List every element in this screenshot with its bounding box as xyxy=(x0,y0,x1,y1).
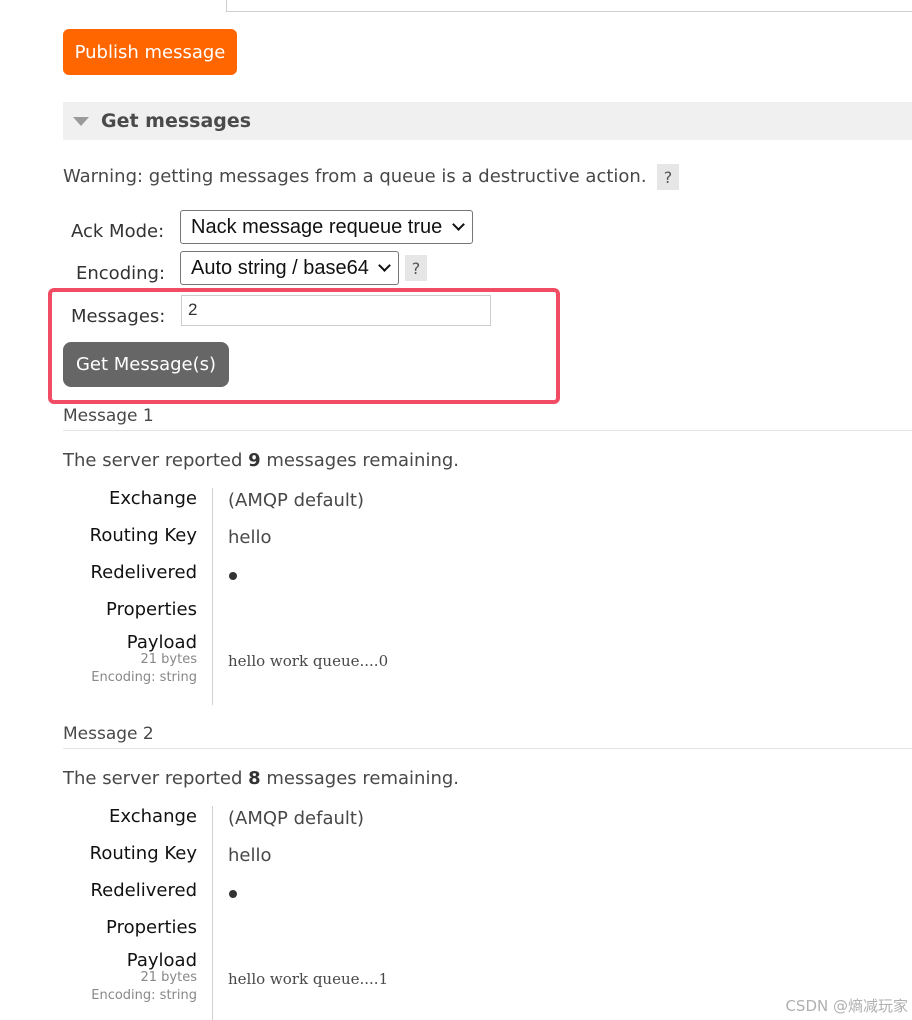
encoding-help-icon[interactable]: ? xyxy=(405,255,427,281)
redelivered-label: Redelivered xyxy=(90,562,197,583)
message-1-title: Message 1 xyxy=(63,406,154,426)
payload-encoding: Encoding: string xyxy=(91,988,197,1003)
divider xyxy=(63,430,912,431)
ack-mode-select[interactable]: Nack message requeue true xyxy=(180,210,473,244)
redelivered-bullet-icon xyxy=(229,572,237,580)
routing-key-label: Routing Key xyxy=(89,843,197,864)
section-title[interactable]: Get messages xyxy=(101,110,251,132)
csdn-watermark: CSDN @熵减玩家 xyxy=(785,997,908,1015)
publish-message-button[interactable]: Publish message xyxy=(63,29,237,75)
payload-label: Payload xyxy=(126,950,197,971)
ack-mode-label: Ack Mode: xyxy=(71,221,165,242)
destructive-warning: Warning: getting messages from a queue i… xyxy=(63,166,647,187)
chevron-down-icon xyxy=(452,218,465,231)
message-1-remaining: The server reported 9 messages remaining… xyxy=(63,450,459,471)
payload-size: 21 bytes xyxy=(140,970,198,985)
message-1-payload: hello work queue....0 xyxy=(228,652,389,670)
redelivered-label: Redelivered xyxy=(90,880,197,901)
remaining-suffix: messages remaining. xyxy=(266,768,459,789)
remaining-prefix: The server reported xyxy=(63,768,243,789)
encoding-value: Auto string / base64 xyxy=(191,256,369,279)
payload-label: Payload xyxy=(126,632,197,653)
encoding-label: Encoding: xyxy=(76,263,166,284)
encoding-select[interactable]: Auto string / base64 xyxy=(180,251,399,285)
remaining-prefix: The server reported xyxy=(63,450,243,471)
remaining-suffix: messages remaining. xyxy=(266,450,459,471)
warning-help-icon[interactable]: ? xyxy=(657,164,679,190)
message-2-payload: hello work queue....1 xyxy=(228,970,389,988)
message-2-remaining: The server reported 8 messages remaining… xyxy=(63,768,459,789)
divider xyxy=(63,748,912,749)
collapse-triangle-icon[interactable] xyxy=(73,117,89,126)
details-divider xyxy=(212,488,213,705)
message-1-routing-key: hello xyxy=(228,527,272,548)
previous-payload-textarea[interactable] xyxy=(226,0,912,12)
payload-size: 21 bytes xyxy=(140,652,198,667)
remaining-count: 9 xyxy=(248,450,261,471)
ack-mode-value: Nack message requeue true xyxy=(191,215,443,238)
redelivered-bullet-icon xyxy=(229,890,237,898)
message-2-title: Message 2 xyxy=(63,724,154,744)
routing-key-label: Routing Key xyxy=(89,525,197,546)
message-2-exchange: (AMQP default) xyxy=(228,808,364,829)
message-1-exchange: (AMQP default) xyxy=(228,490,364,511)
exchange-label: Exchange xyxy=(109,806,197,827)
exchange-label: Exchange xyxy=(109,488,197,509)
properties-label: Properties xyxy=(106,599,197,620)
properties-label: Properties xyxy=(106,917,197,938)
annotation-highlight-box xyxy=(48,288,560,404)
remaining-count: 8 xyxy=(248,768,261,789)
message-2-routing-key: hello xyxy=(228,845,272,866)
chevron-down-icon xyxy=(378,259,391,272)
details-divider xyxy=(212,806,213,1020)
payload-encoding: Encoding: string xyxy=(91,670,197,685)
